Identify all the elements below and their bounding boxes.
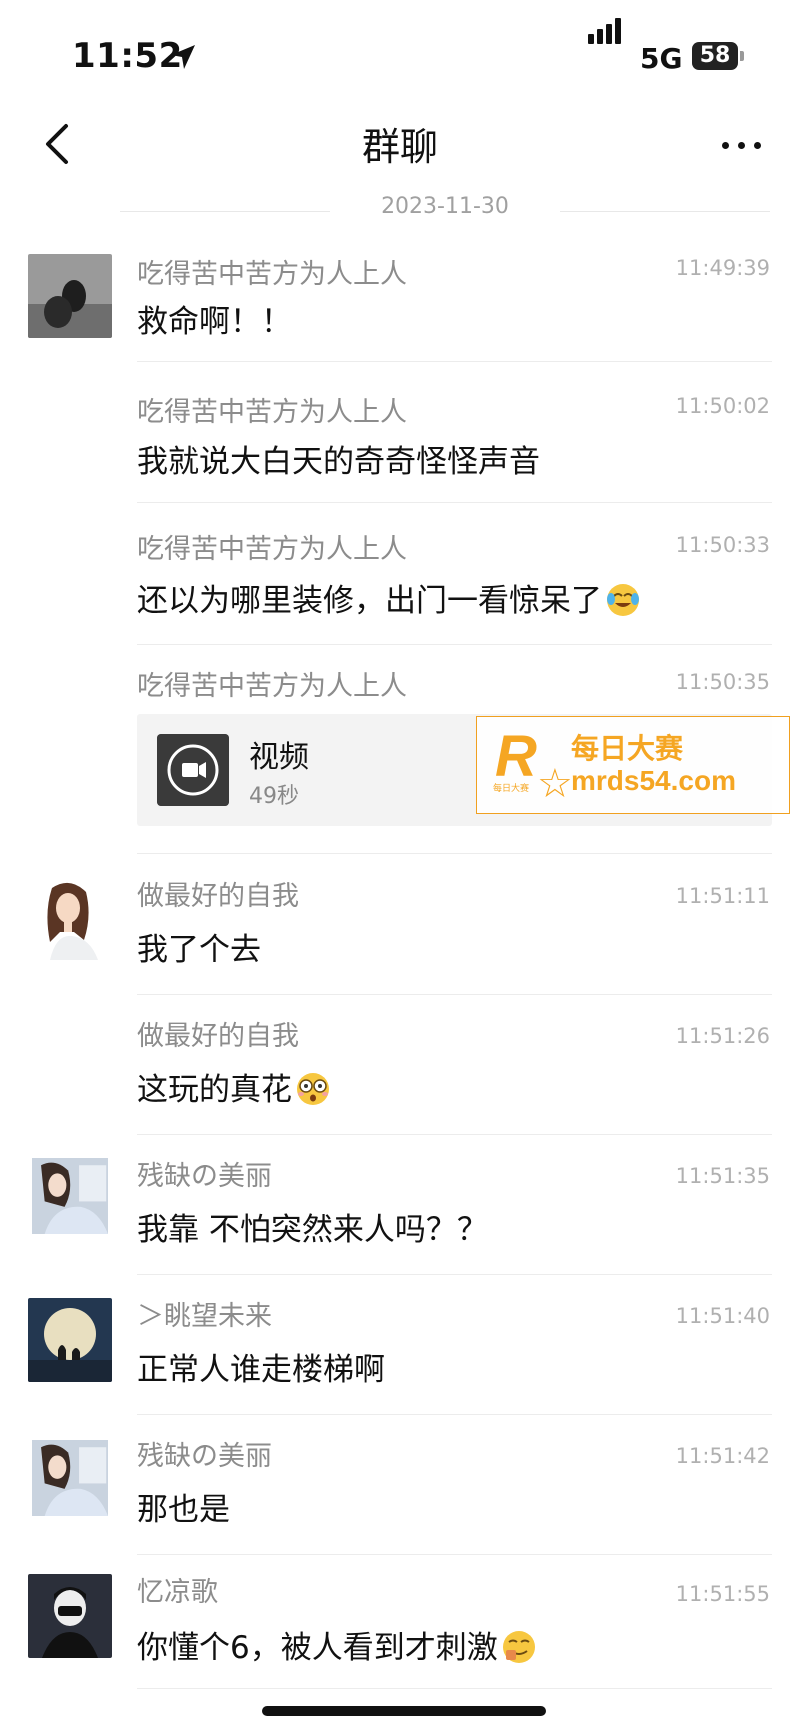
status-time: 11:52 (72, 36, 183, 76)
battery-icon: 58 (692, 42, 738, 70)
message-time: 11:50:02 (675, 394, 770, 418)
message-text: 我了个去 (137, 932, 261, 968)
laughing-tears-emoji-icon (607, 584, 639, 616)
avatar[interactable] (28, 876, 112, 960)
divider (137, 1134, 772, 1135)
divider (137, 502, 772, 503)
message-item: 残缺の美丽 11:51:42 那也是 (0, 1434, 800, 1555)
watermark-brand: 每日大赛 (571, 732, 684, 765)
battery-tip (740, 51, 744, 61)
location-arrow-icon (171, 45, 195, 69)
shocked-face-emoji-icon (297, 1073, 329, 1105)
message-time: 11:49:39 (675, 256, 770, 280)
message-text: 那也是 (137, 1492, 230, 1528)
message-time: 11:50:35 (675, 670, 770, 694)
sender-name: 吃得苦中苦方为人上人 (137, 534, 407, 565)
divider (137, 1274, 772, 1275)
network-label: 5G (640, 42, 683, 75)
divider (137, 853, 772, 854)
video-camera-icon (157, 734, 229, 806)
sender-name: 做最好的自我 (137, 881, 299, 912)
more-dots-icon[interactable] (712, 120, 772, 170)
video-duration: 49秒 (249, 784, 299, 809)
message-time: 11:51:42 (675, 1444, 770, 1468)
message-item: 做最好的自我 11:51:26 这玩的真花 (0, 1014, 800, 1135)
message-text: 我靠 不怕突然来人吗？？ (137, 1212, 488, 1248)
date-text: 2023-11-30 (381, 194, 509, 219)
message-item: 做最好的自我 11:51:11 我了个去 (0, 874, 800, 995)
avatar[interactable] (28, 1298, 112, 1382)
nav-bar: 群聊 (0, 100, 800, 190)
message-text: 正常人谁走楼梯啊 (137, 1352, 385, 1388)
message-text: 这玩的真花 (137, 1064, 332, 1109)
sender-name: 吃得苦中苦方为人上人 (137, 397, 407, 428)
message-time: 11:51:40 (675, 1304, 770, 1328)
message-item: 吃得苦中苦方为人上人 11:50:02 我就说大白天的奇奇怪怪声音 (0, 390, 800, 503)
avatar[interactable] (28, 1158, 112, 1234)
message-text: 救命啊！！ (137, 304, 292, 340)
watermark-url: mrds54.com (571, 765, 736, 796)
message-item: ＞眺望未来 11:51:40 正常人谁走楼梯啊 (0, 1294, 800, 1415)
message-item: 吃得苦中苦方为人上人 11:50:33 还以为哪里装修，出门一看惊呆了 (0, 527, 800, 645)
message-item: 吃得苦中苦方为人上人 11:49:39 救命啊！！ (0, 252, 800, 362)
message-time: 11:51:26 (675, 1024, 770, 1048)
video-title: 视频 (249, 740, 309, 775)
star-icon: ☆ (537, 761, 573, 807)
avatar[interactable] (28, 254, 112, 338)
sender-name: 做最好的自我 (137, 1021, 299, 1052)
sender-name: 吃得苦中苦方为人上人 (137, 259, 407, 290)
watermark-small-text: 每日大赛 (493, 784, 530, 794)
sender-name: 忆凉歌 (137, 1577, 218, 1608)
drooling-face-emoji-icon (502, 1631, 535, 1663)
divider (137, 994, 772, 995)
message-item: 残缺の美丽 11:51:35 我靠 不怕突然来人吗？？ (0, 1154, 800, 1275)
sender-name: ＞眺望未来 (137, 1301, 272, 1332)
sender-name: 吃得苦中苦方为人上人 (137, 671, 407, 702)
status-bar: 11:52 5G 58 (0, 0, 800, 100)
home-indicator[interactable] (262, 1706, 546, 1716)
message-text: 你懂个6，被人看到才刺激 (137, 1622, 538, 1667)
divider (137, 361, 772, 362)
avatar[interactable] (28, 1440, 112, 1516)
watermark-logo: R ☆ 每日大赛 每日大赛 mrds54.com (476, 716, 790, 814)
divider (137, 1414, 772, 1415)
sender-name: 残缺の美丽 (137, 1441, 272, 1472)
avatar[interactable] (28, 1574, 112, 1658)
message-item: 忆凉歌 11:51:55 你懂个6，被人看到才刺激 (0, 1570, 800, 1690)
date-separator: 2023-11-30 (120, 194, 770, 228)
page-title: 群聊 (361, 125, 438, 169)
message-time: 11:50:33 (675, 533, 770, 557)
message-text: 还以为哪里装修，出门一看惊呆了 (137, 575, 642, 620)
sender-name: 残缺の美丽 (137, 1161, 272, 1192)
message-text: 我就说大白天的奇奇怪怪声音 (137, 444, 540, 480)
watermark-letter: R (495, 724, 537, 789)
divider (137, 644, 772, 645)
message-time: 11:51:35 (675, 1164, 770, 1188)
divider (137, 1688, 772, 1689)
divider (137, 1554, 772, 1555)
message-time: 11:51:11 (675, 884, 770, 908)
message-time: 11:51:55 (675, 1582, 770, 1606)
